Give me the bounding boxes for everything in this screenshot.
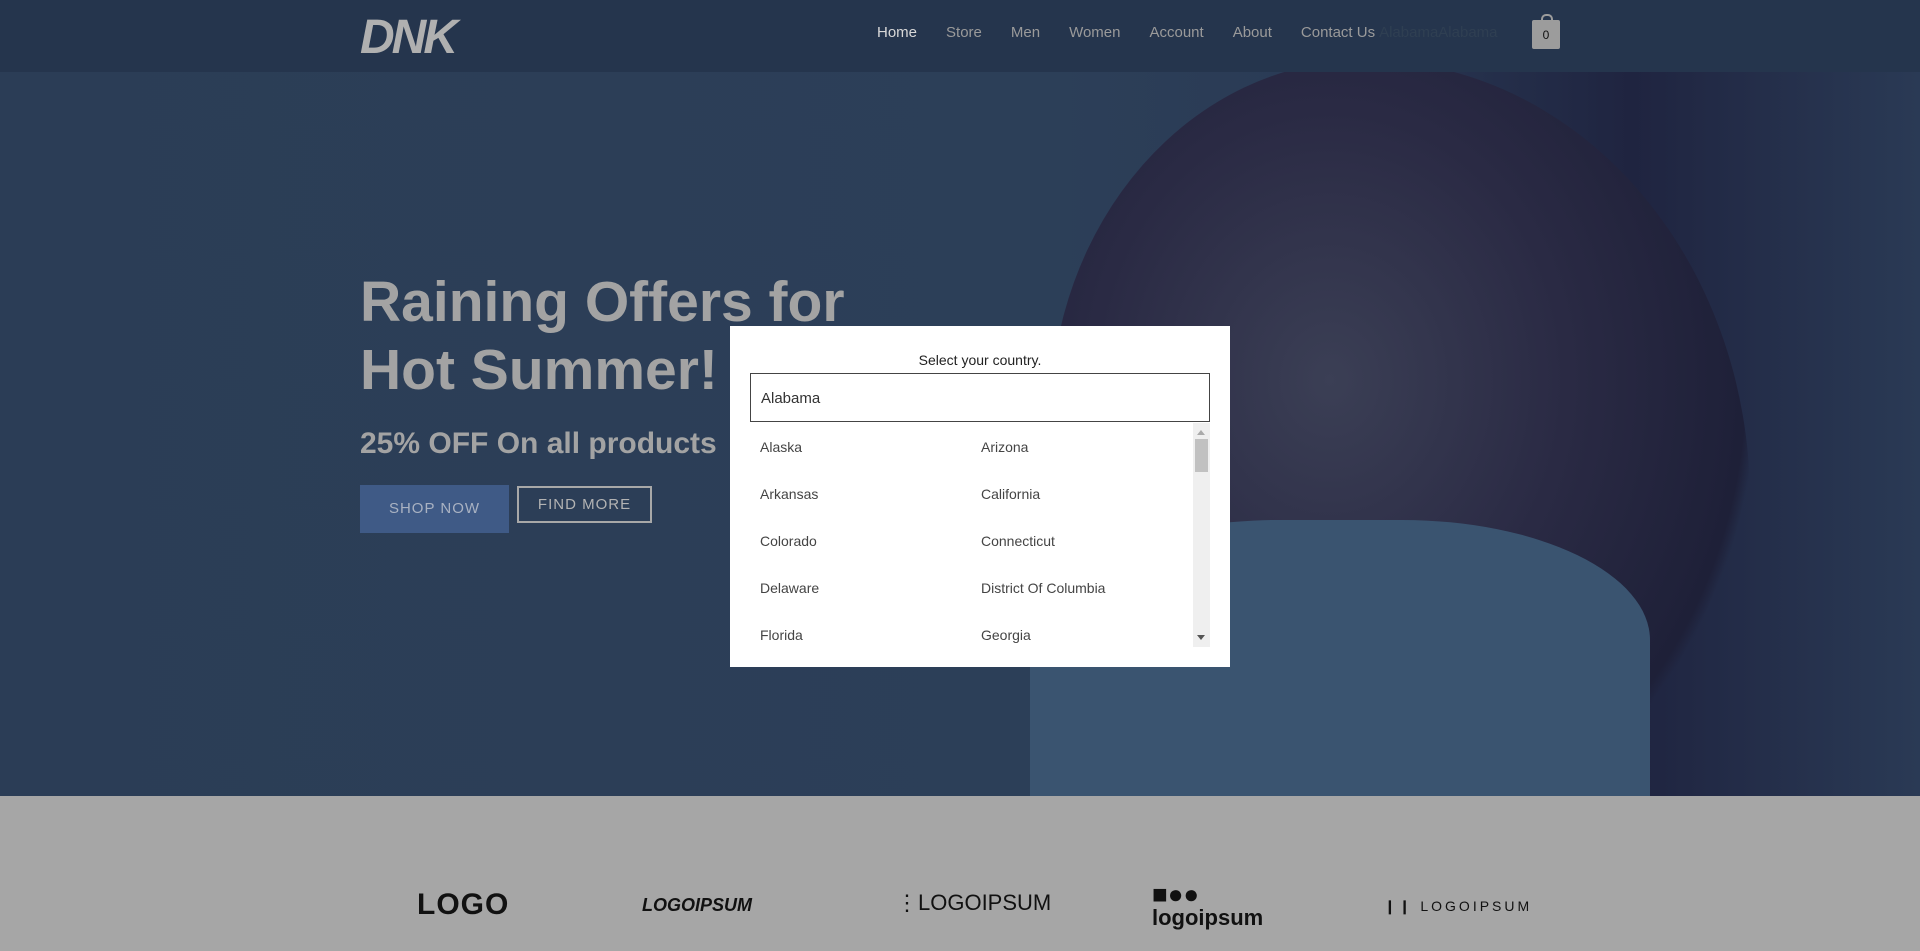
main-nav: Home Store Men Women Account About Conta… (877, 24, 1498, 41)
partner-logo-4-text: logoipsum (1152, 905, 1264, 930)
option-connecticut[interactable]: Connecticut (971, 533, 1192, 549)
nav-home[interactable]: Home (877, 24, 917, 41)
country-select-modal: Select your country. Alabama Alaska Arizo… (730, 326, 1230, 667)
option-delaware[interactable]: Delaware (750, 580, 971, 596)
option-georgia[interactable]: Georgia (971, 627, 1192, 643)
partner-logo-5: ❙❙ LOGOIPSUM (1384, 898, 1533, 914)
partner-logo-1: LOGO (417, 888, 510, 921)
option-alaska[interactable]: Alaska (750, 439, 971, 455)
scroll-up-arrow-icon[interactable] (1197, 430, 1205, 435)
nav-men[interactable]: Men (1011, 24, 1040, 41)
list-row: Colorado Connecticut (750, 517, 1210, 564)
option-california[interactable]: California (971, 486, 1192, 502)
partner-logo-3-text: LOGOIPSUM (918, 890, 1052, 915)
nav-store[interactable]: Store (946, 24, 982, 41)
list-row: Alaska Arizona (750, 423, 1210, 470)
list-row: Arkansas California (750, 470, 1210, 517)
cart-count: 0 (1542, 28, 1550, 42)
option-florida[interactable]: Florida (750, 627, 971, 643)
partner-logo-2: LOGOIPSUM (642, 895, 753, 915)
nav-contact[interactable]: Contact Us (1301, 24, 1375, 41)
site-logo[interactable]: DNK (360, 10, 458, 65)
modal-title: Select your country. (918, 352, 1042, 368)
hero-subtitle: 25% OFF On all products (360, 427, 717, 460)
find-more-button[interactable]: FIND MORE (517, 486, 652, 523)
list-row: Delaware District Of Columbia (750, 564, 1210, 611)
country-list: Alaska Arizona Arkansas California Colorad… (750, 423, 1210, 647)
list-row: Florida Georgia (750, 611, 1210, 647)
option-arizona[interactable]: Arizona (971, 439, 1192, 455)
option-arkansas[interactable]: Arkansas (750, 486, 971, 502)
site-header: DNK Home Store Men Women Account About C… (0, 0, 1920, 72)
nav-region-text: AlabamaAlabama (1379, 24, 1498, 41)
partner-logo-5-text: LOGOIPSUM (1420, 898, 1533, 914)
option-dc[interactable]: District Of Columbia (971, 580, 1192, 596)
option-colorado[interactable]: Colorado (750, 533, 971, 549)
nav-account[interactable]: Account (1149, 24, 1203, 41)
shop-now-button[interactable]: SHOP NOW (360, 485, 509, 533)
scroll-thumb[interactable] (1195, 439, 1208, 472)
scroll-down-arrow-icon[interactable] (1197, 635, 1205, 640)
nav-women[interactable]: Women (1069, 24, 1120, 41)
partner-logo-3: ⋮LOGOIPSUM (896, 890, 1052, 915)
partner-logo-4-shapes: ■●● (1152, 879, 1200, 909)
country-input[interactable]: Alabama (750, 373, 1210, 422)
nav-about[interactable]: About (1233, 24, 1272, 41)
cart-icon[interactable]: 0 (1532, 14, 1560, 49)
partner-logo-4: ■●● logoipsum (1152, 879, 1264, 930)
list-scrollbar[interactable] (1193, 423, 1210, 647)
